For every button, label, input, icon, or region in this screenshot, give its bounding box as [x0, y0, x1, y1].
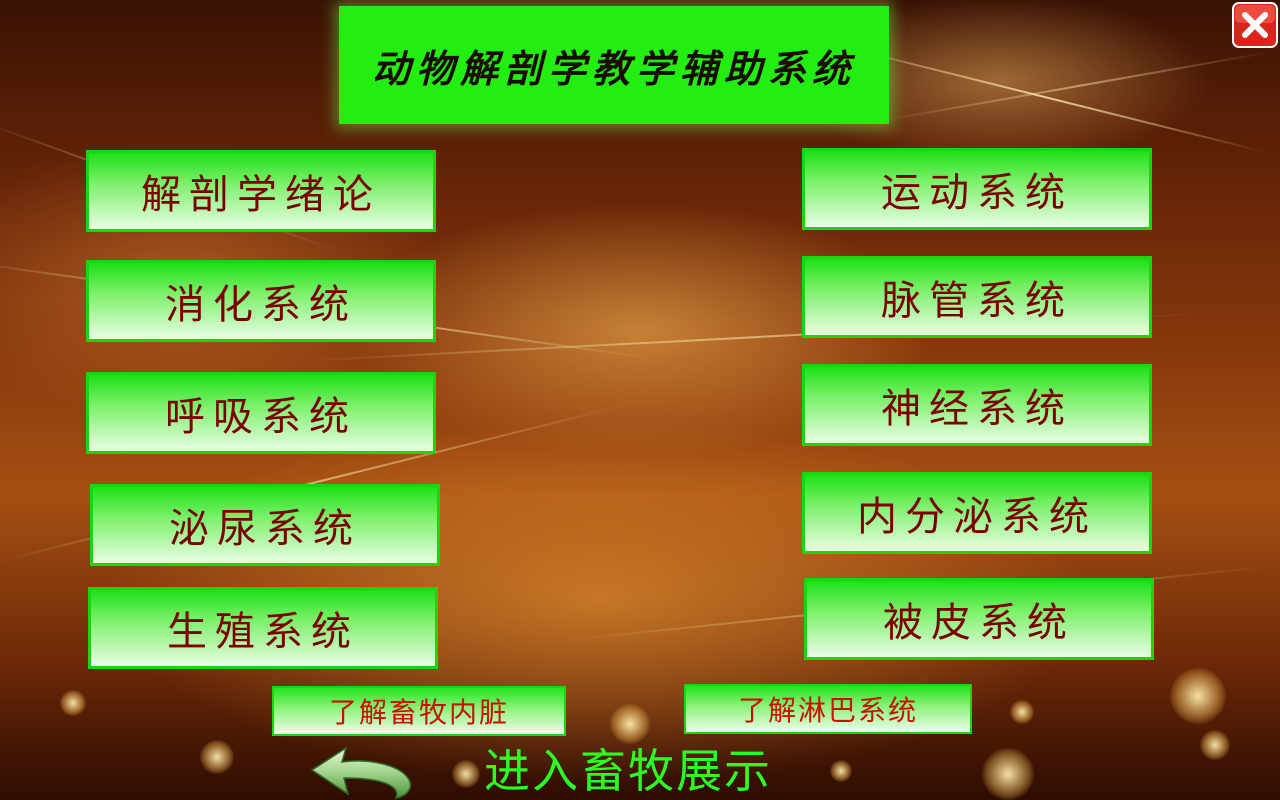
respiratory-system-label: 呼吸系统 — [165, 394, 357, 440]
light-glow — [610, 704, 650, 744]
intro-button[interactable]: 解剖学绪论 — [86, 150, 436, 232]
title-banner: 动物解剖学教学辅助系统 — [339, 6, 889, 124]
digestive-system-button[interactable]: 消化系统 — [86, 260, 436, 342]
light-glow — [452, 760, 480, 788]
urinary-system-label: 泌尿系统 — [169, 506, 361, 552]
nervous-system-button[interactable]: 神经系统 — [802, 364, 1152, 446]
light-streak — [879, 50, 1275, 122]
back-button[interactable] — [300, 740, 420, 800]
endocrine-system-button[interactable]: 内分泌系统 — [802, 472, 1152, 554]
light-glow — [200, 740, 234, 774]
back-arrow-icon — [310, 746, 412, 800]
endocrine-system-label: 内分泌系统 — [857, 494, 1097, 540]
light-glow — [1010, 700, 1034, 724]
nervous-system-label: 神经系统 — [881, 386, 1073, 432]
light-glow — [60, 690, 86, 716]
lymphatic-system-button[interactable]: 了解淋巴系统 — [684, 684, 972, 734]
vascular-system-button[interactable]: 脉管系统 — [802, 256, 1152, 338]
light-glow — [982, 748, 1034, 800]
locomotor-system-label: 运动系统 — [881, 170, 1073, 216]
close-button[interactable] — [1232, 2, 1278, 48]
livestock-viscera-button[interactable]: 了解畜牧内脏 — [272, 686, 566, 736]
urinary-system-button[interactable]: 泌尿系统 — [90, 484, 440, 566]
respiratory-system-button[interactable]: 呼吸系统 — [86, 372, 436, 454]
reproductive-system-label: 生殖系统 — [167, 609, 359, 655]
digestive-system-label: 消化系统 — [165, 282, 357, 328]
page-title: 动物解剖学教学辅助系统 — [371, 45, 856, 91]
enter-showcase-link[interactable]: 进入畜牧展示 — [484, 742, 772, 800]
integumentary-system-button[interactable]: 被皮系统 — [804, 578, 1154, 660]
light-glow — [1200, 730, 1230, 760]
integumentary-system-label: 被皮系统 — [883, 600, 1075, 646]
locomotor-system-button[interactable]: 运动系统 — [802, 148, 1152, 230]
intro-button-label: 解剖学绪论 — [141, 172, 381, 218]
close-icon — [1232, 2, 1278, 48]
light-glow — [830, 760, 852, 782]
vascular-system-label: 脉管系统 — [881, 278, 1073, 324]
reproductive-system-button[interactable]: 生殖系统 — [88, 587, 438, 669]
livestock-viscera-label: 了解畜牧内脏 — [328, 696, 509, 729]
lymphatic-system-label: 了解淋巴系统 — [737, 694, 918, 727]
light-glow — [1170, 668, 1226, 724]
